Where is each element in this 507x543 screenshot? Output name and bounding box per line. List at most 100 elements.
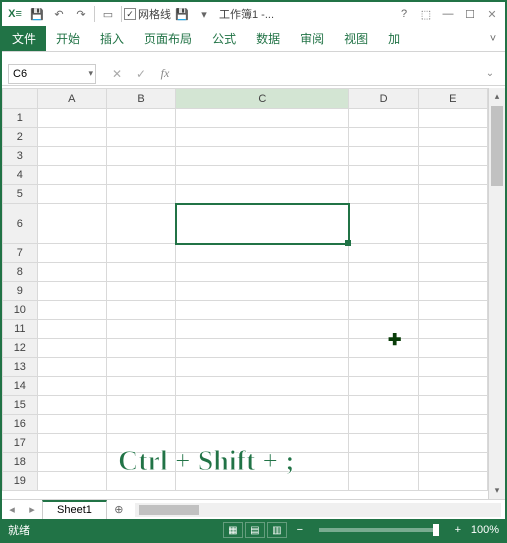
cell-B1[interactable] xyxy=(106,109,175,128)
minimize-icon[interactable]: — xyxy=(437,3,459,25)
cell-E1[interactable] xyxy=(418,109,487,128)
sheet-prev-icon[interactable]: ◂ xyxy=(9,503,15,516)
cell-D17[interactable] xyxy=(349,434,418,453)
cell-C1[interactable] xyxy=(176,109,349,128)
cell-D7[interactable] xyxy=(349,244,418,263)
tab-file[interactable]: 文件 xyxy=(2,26,46,51)
cell-E19[interactable] xyxy=(418,472,487,491)
qat-dropdown-icon[interactable]: ▾ xyxy=(193,3,215,25)
cell-B12[interactable] xyxy=(106,339,175,358)
cell-B13[interactable] xyxy=(106,358,175,377)
cell-C13[interactable] xyxy=(176,358,349,377)
cell-E3[interactable] xyxy=(418,147,487,166)
column-header-D[interactable]: D xyxy=(349,89,418,109)
cell-D16[interactable] xyxy=(349,415,418,434)
cell-B4[interactable] xyxy=(106,166,175,185)
row-header-19[interactable]: 19 xyxy=(3,472,38,491)
cell-A15[interactable] xyxy=(37,396,106,415)
horizontal-scrollbar[interactable] xyxy=(135,503,501,517)
cell-D18[interactable] xyxy=(349,453,418,472)
cell-A18[interactable] xyxy=(37,453,106,472)
cell-A6[interactable] xyxy=(37,204,106,244)
tab-review[interactable]: 审阅 xyxy=(290,26,334,51)
zoom-out-icon[interactable]: − xyxy=(293,524,307,536)
cell-A4[interactable] xyxy=(37,166,106,185)
cell-C15[interactable] xyxy=(176,396,349,415)
cell-C19[interactable] xyxy=(176,472,349,491)
row-header-7[interactable]: 7 xyxy=(3,244,38,263)
formula-expand-icon[interactable]: ⌄ xyxy=(481,68,499,79)
cell-D4[interactable] xyxy=(349,166,418,185)
cell-E11[interactable] xyxy=(418,320,487,339)
tab-view[interactable]: 视图 xyxy=(334,26,378,51)
row-header-18[interactable]: 18 xyxy=(3,453,38,472)
row-header-15[interactable]: 15 xyxy=(3,396,38,415)
zoom-handle[interactable] xyxy=(433,524,439,536)
cell-B19[interactable] xyxy=(106,472,175,491)
cell-C4[interactable] xyxy=(176,166,349,185)
row-header-10[interactable]: 10 xyxy=(3,301,38,320)
cell-E4[interactable] xyxy=(418,166,487,185)
cell-D5[interactable] xyxy=(349,185,418,204)
cell-C12[interactable] xyxy=(176,339,349,358)
cell-E13[interactable] xyxy=(418,358,487,377)
cell-A17[interactable] xyxy=(37,434,106,453)
name-box-dropdown-icon[interactable]: ▾ xyxy=(88,68,93,79)
tab-home[interactable]: 开始 xyxy=(46,26,90,51)
cell-B11[interactable] xyxy=(106,320,175,339)
cell-B15[interactable] xyxy=(106,396,175,415)
cell-A14[interactable] xyxy=(37,377,106,396)
tab-insert[interactable]: 插入 xyxy=(90,26,134,51)
cell-A7[interactable] xyxy=(37,244,106,263)
name-box[interactable]: C6 ▾ xyxy=(8,64,96,84)
row-header-1[interactable]: 1 xyxy=(3,109,38,128)
cell-E10[interactable] xyxy=(418,301,487,320)
cell-D1[interactable] xyxy=(349,109,418,128)
cell-D14[interactable] xyxy=(349,377,418,396)
cell-B7[interactable] xyxy=(106,244,175,263)
cell-E9[interactable] xyxy=(418,282,487,301)
cell-E16[interactable] xyxy=(418,415,487,434)
row-header-3[interactable]: 3 xyxy=(3,147,38,166)
cell-C18[interactable] xyxy=(176,453,349,472)
cell-B2[interactable] xyxy=(106,128,175,147)
cell-A2[interactable] xyxy=(37,128,106,147)
gridlines-toggle[interactable]: ✓ 网格线 xyxy=(124,6,171,22)
cell-C11[interactable] xyxy=(176,320,349,339)
sheet-next-icon[interactable]: ▸ xyxy=(29,503,35,516)
cell-A1[interactable] xyxy=(37,109,106,128)
cell-C10[interactable] xyxy=(176,301,349,320)
column-header-B[interactable]: B xyxy=(106,89,175,109)
cell-A16[interactable] xyxy=(37,415,106,434)
row-header-17[interactable]: 17 xyxy=(3,434,38,453)
scroll-up-icon[interactable]: ▴ xyxy=(489,88,505,105)
zoom-level[interactable]: 100% xyxy=(471,524,499,536)
row-header-6[interactable]: 6 xyxy=(3,204,38,244)
cell-D15[interactable] xyxy=(349,396,418,415)
view-normal-icon[interactable]: ▦ xyxy=(223,522,243,538)
cell-D9[interactable] xyxy=(349,282,418,301)
cell-E6[interactable] xyxy=(418,204,487,244)
maximize-icon[interactable]: ☐ xyxy=(459,3,481,25)
cell-B14[interactable] xyxy=(106,377,175,396)
cell-B16[interactable] xyxy=(106,415,175,434)
cell-A8[interactable] xyxy=(37,263,106,282)
cell-C7[interactable] xyxy=(176,244,349,263)
column-header-C[interactable]: C xyxy=(176,89,349,109)
cell-B18[interactable] xyxy=(106,453,175,472)
sheet-nav[interactable]: ◂ ▸ xyxy=(2,503,42,516)
cell-E15[interactable] xyxy=(418,396,487,415)
cell-D13[interactable] xyxy=(349,358,418,377)
hscroll-thumb[interactable] xyxy=(139,505,199,515)
cell-B9[interactable] xyxy=(106,282,175,301)
row-header-4[interactable]: 4 xyxy=(3,166,38,185)
row-header-14[interactable]: 14 xyxy=(3,377,38,396)
cell-A9[interactable] xyxy=(37,282,106,301)
save-icon-2[interactable]: 💾 xyxy=(171,3,193,25)
ribbon-display-icon[interactable]: ⬚ xyxy=(415,3,437,25)
cell-E14[interactable] xyxy=(418,377,487,396)
cell-B17[interactable] xyxy=(106,434,175,453)
cell-E12[interactable] xyxy=(418,339,487,358)
ribbon-collapse-icon[interactable]: ˅ xyxy=(481,26,505,51)
cell-A19[interactable] xyxy=(37,472,106,491)
